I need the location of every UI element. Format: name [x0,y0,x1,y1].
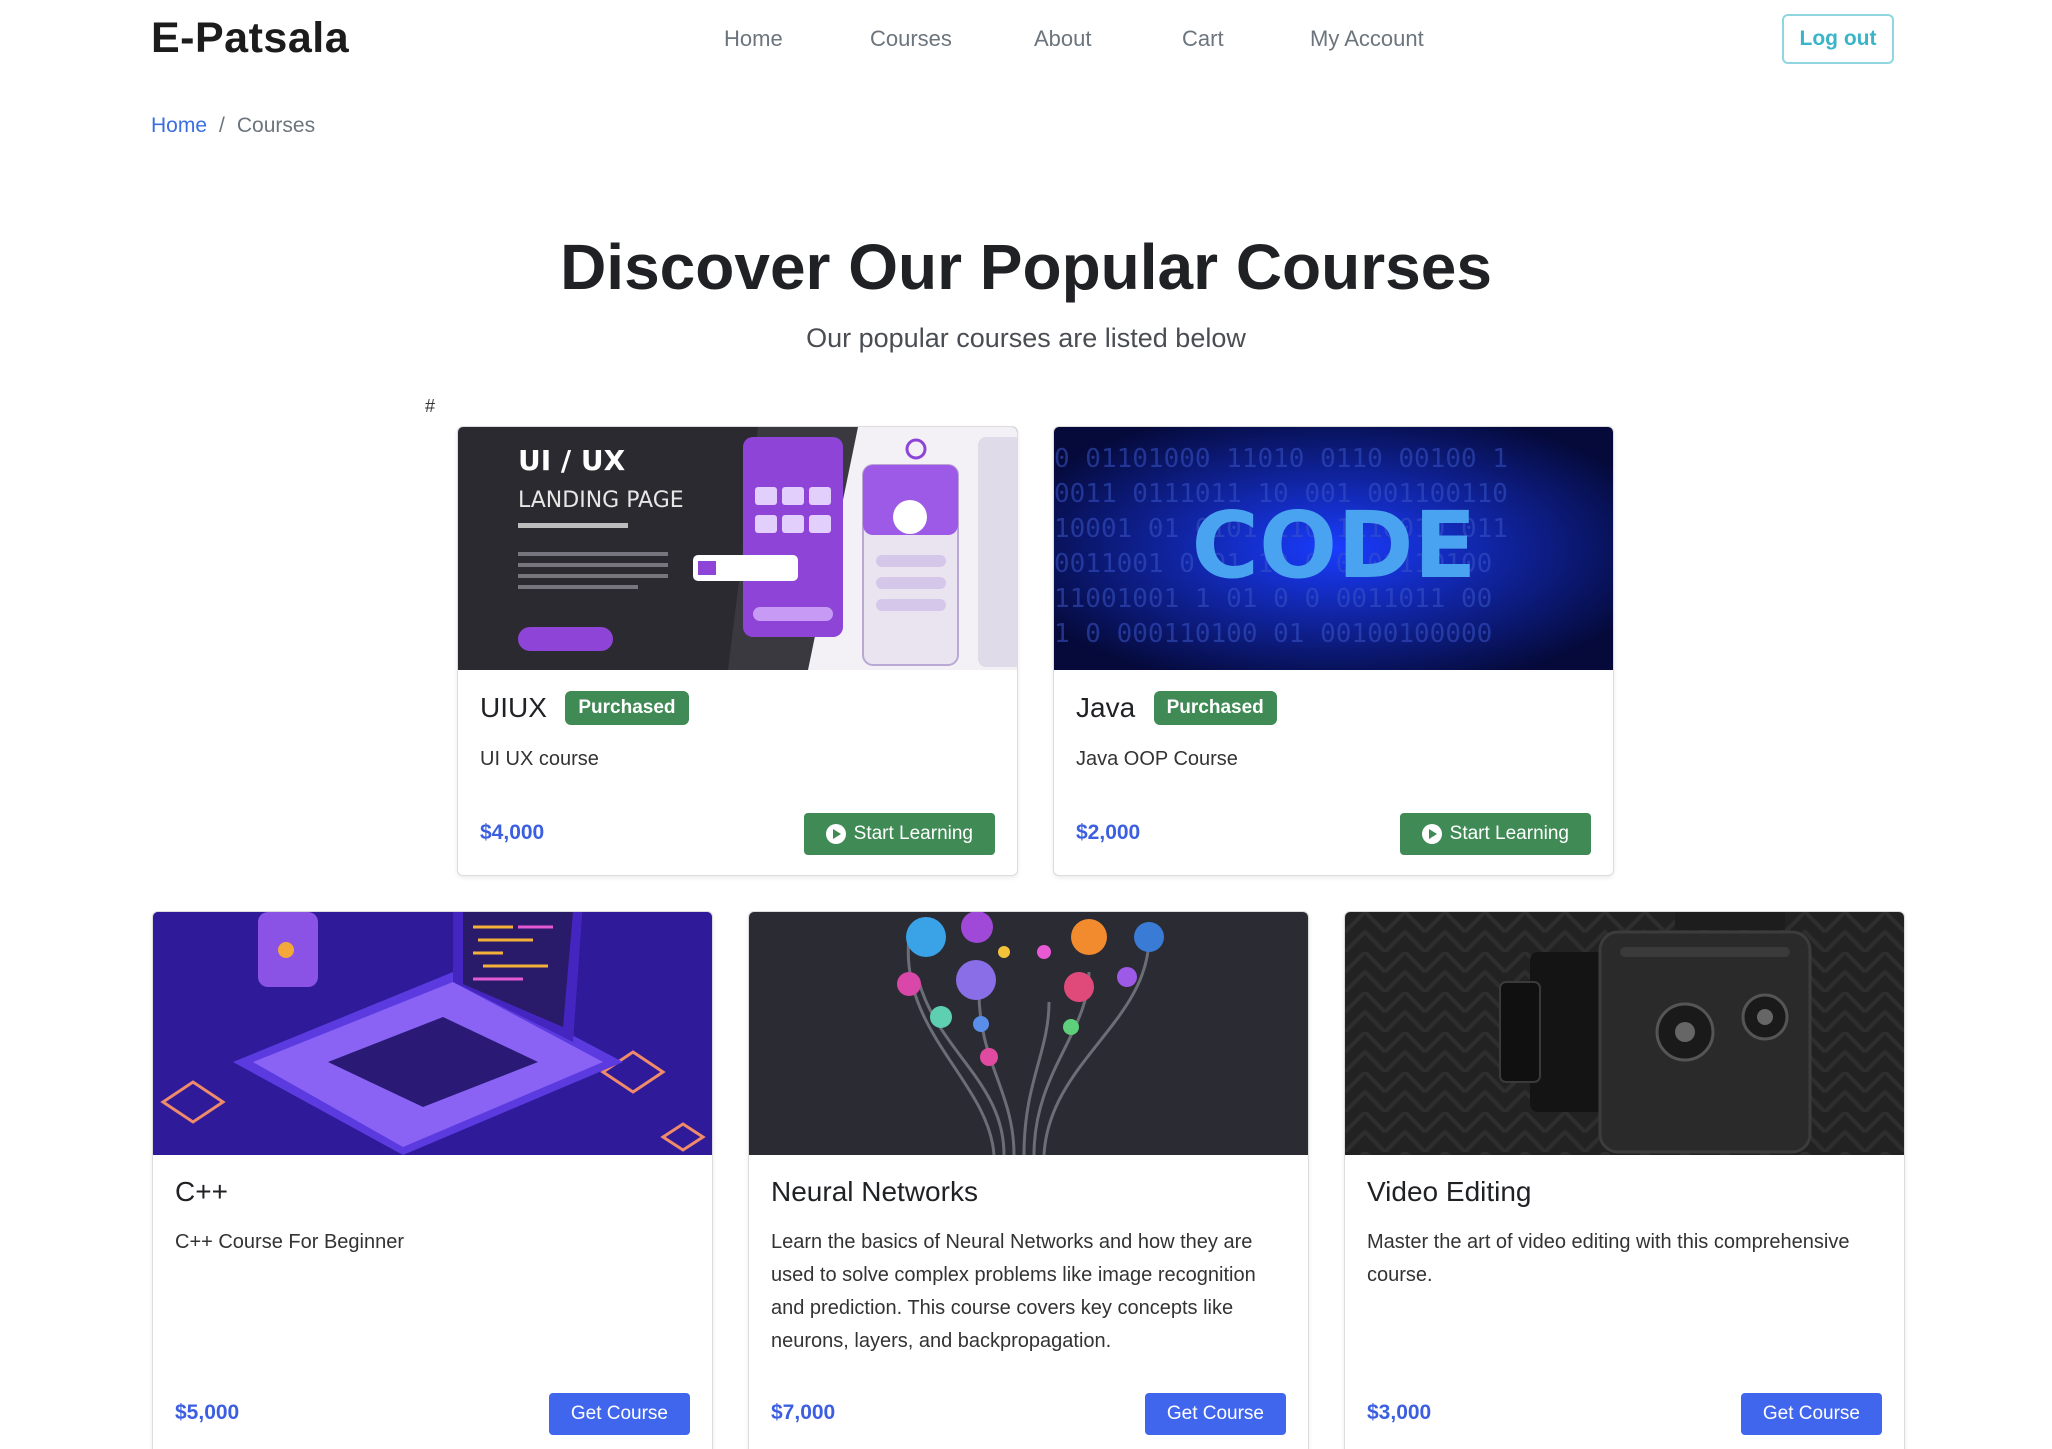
course-card-java: 0 01101000 11010 0110 00100 1 0011 01110… [1053,426,1614,876]
play-circle-icon [825,824,846,844]
course-footer-cpp: $5,000 Get Course [175,1393,690,1435]
course-body-uiux: UIUX Purchased UI UX course [480,691,995,776]
course-image-video-editing [1345,912,1904,1155]
course-footer-uiux: $4,000 Start Learning [480,813,995,855]
start-learning-label: Start Learning [853,823,973,844]
start-learning-button[interactable]: Start Learning [803,813,995,855]
camera-illustration [1345,912,1904,1155]
course-description: C++ Course For Beginner [175,1231,405,1253]
uiux-illustration: UI / UX LANDING PAGE [458,427,1017,670]
nav-my-account[interactable]: My Account [1310,26,1424,52]
course-description: Java OOP Course [1076,748,1238,770]
logout-button[interactable]: Log out [1782,14,1894,64]
course-price: $5,000 [175,1401,240,1424]
course-body-neural-networks: Neural Networks Learn the basics of Neur… [771,1176,1286,1358]
play-circle-icon [1421,824,1442,844]
course-price: $2,000 [1076,821,1141,844]
course-body-java: Java Purchased Java OOP Course [1076,691,1591,776]
course-footer-neural-networks: $7,000 Get Course [771,1393,1286,1435]
page-title: Discover Our Popular Courses [560,231,1492,303]
course-description: Learn the basics of Neural Networks and … [771,1231,1256,1352]
purchased-badge: Purchased [1153,691,1277,725]
course-price: $3,000 [1367,1401,1432,1424]
start-learning-label: Start Learning [1449,823,1569,844]
stray-hash-text: # [425,396,436,416]
laptop-illustration [153,912,712,1155]
course-description: UI UX course [480,748,599,770]
course-image-cpp [153,912,712,1155]
course-card-video-editing: Video Editing Master the art of video ed… [1344,911,1905,1449]
course-title: UIUX [480,692,547,723]
nav-about[interactable]: About [1034,26,1092,52]
course-footer-java: $2,000 Start Learning [1076,813,1591,855]
start-learning-button[interactable]: Start Learning [1399,813,1591,855]
course-price: $4,000 [480,821,545,844]
svg-text:1 0 000110100 01 00100100000: 1 0 000110100 01 00100100000 [1054,619,1492,649]
course-description: Master the art of video editing with thi… [1367,1231,1850,1286]
main-nav: Home Courses About Cart My Account [0,26,2052,56]
page-subtitle: Our popular courses are listed below [806,323,1246,353]
svg-text:0 01101000 11010 0110 00100 1: 0 01101000 11010 0110 00100 1 [1054,444,1508,474]
course-body-video-editing: Video Editing Master the art of video ed… [1367,1176,1882,1292]
course-image-uiux: UI / UX LANDING PAGE [458,427,1017,670]
breadcrumb-separator: / [219,114,225,137]
course-title: Neural Networks [771,1176,978,1207]
breadcrumb-current: Courses [236,114,316,137]
course-body-cpp: C++ C++ Course For Beginner [175,1176,690,1259]
course-card-uiux: UI / UX LANDING PAGE UIUX Purchased UI U… [457,426,1018,876]
nav-home[interactable]: Home [724,26,783,52]
svg-text:UI / UX: UI / UX [518,444,626,477]
course-title: Java [1076,692,1136,723]
course-image-neural-networks [749,912,1308,1155]
network-tree-illustration [749,912,1308,1155]
svg-text:LANDING PAGE: LANDING PAGE [518,488,684,513]
breadcrumb-home[interactable]: Home [151,114,207,138]
get-course-button[interactable]: Get Course [1740,1393,1882,1435]
course-image-java: 0 01101000 11010 0110 00100 1 0011 01110… [1054,427,1613,670]
course-title: C++ [175,1176,228,1207]
course-card-neural-networks: Neural Networks Learn the basics of Neur… [748,911,1309,1449]
nav-courses[interactable]: Courses [870,26,952,52]
get-course-button[interactable]: Get Course [1144,1393,1286,1435]
code-illustration: 0 01101000 11010 0110 00100 1 0011 01110… [1054,427,1613,670]
breadcrumb: Home / Courses [151,114,315,138]
get-course-button[interactable]: Get Course [548,1393,690,1435]
course-card-cpp: C++ C++ Course For Beginner $5,000 Get C… [152,911,713,1449]
nav-cart[interactable]: Cart [1182,26,1224,52]
course-footer-video-editing: $3,000 Get Course [1367,1393,1882,1435]
purchased-badge: Purchased [565,691,689,725]
course-price: $7,000 [771,1401,836,1424]
course-title: Video Editing [1367,1176,1532,1207]
svg-text:CODE: CODE [1192,492,1477,599]
